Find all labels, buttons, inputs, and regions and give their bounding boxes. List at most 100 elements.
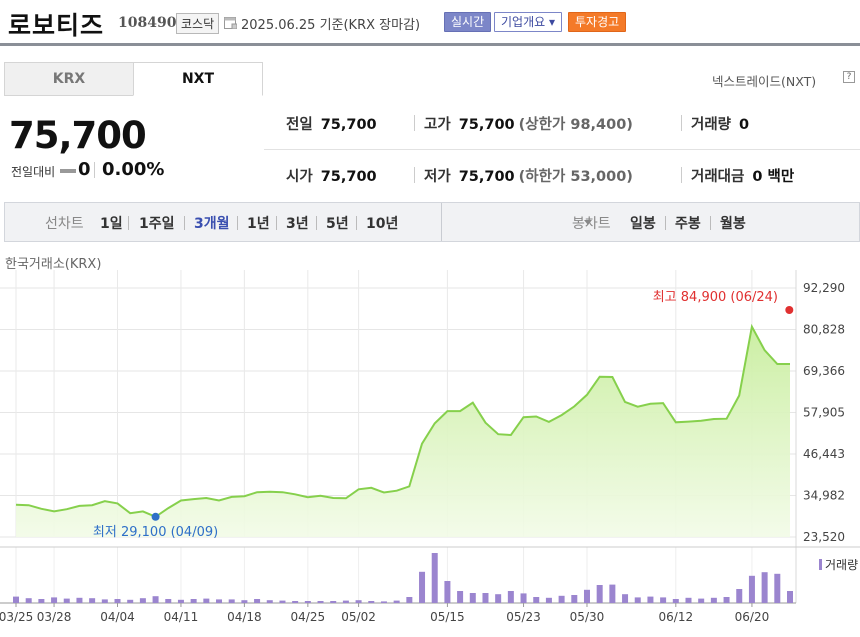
divider <box>665 216 666 230</box>
change-label: 전일대비 <box>11 165 56 179</box>
candle-monthly[interactable]: 월봉 <box>720 213 746 233</box>
volume-bar <box>444 581 451 603</box>
price-area-fill <box>16 326 790 537</box>
volume-bar <box>622 594 629 603</box>
volume-bar <box>266 600 273 603</box>
candle-weekly[interactable]: 주봉 <box>675 213 701 233</box>
investment-warning-badge[interactable]: 투자경고 <box>568 12 627 32</box>
reference-date: 2025.06.25 기준(KRX 장마감) <box>241 18 421 33</box>
volume-bar <box>279 600 286 603</box>
stock-code: 108490 <box>118 15 177 31</box>
divider <box>316 216 317 230</box>
volume-legend: 거래량 <box>825 558 858 572</box>
period-3y[interactable]: 3년 <box>286 213 309 233</box>
volume-bar <box>177 599 184 603</box>
low-marker <box>151 512 160 521</box>
x-tick-label: 04/04 <box>100 610 135 624</box>
volume-bar <box>583 589 590 603</box>
volume-bar <box>647 596 654 603</box>
price-chart: 92,290 80,828 69,366 57,905 46,443 34,982 23,5… <box>0 270 860 624</box>
nextrade-link[interactable]: 넥스트레이드(NXT) <box>712 71 816 90</box>
volume-bar <box>89 598 96 603</box>
period-1y[interactable]: 1년 <box>247 213 270 233</box>
tab-krx[interactable]: KRX <box>4 62 134 96</box>
volume-bar <box>216 599 223 603</box>
volume-bar <box>660 597 667 603</box>
volume-bar <box>634 597 641 603</box>
divider <box>276 216 277 230</box>
stock-name: 로보티즈 <box>8 11 105 40</box>
tab-nxt[interactable]: NXT <box>133 62 263 96</box>
divider <box>237 216 238 230</box>
period-3m[interactable]: 3개월 <box>194 213 230 233</box>
x-tick-label: 06/12 <box>659 610 694 624</box>
volume-bar <box>545 597 552 603</box>
volume-bar <box>254 599 261 603</box>
volume-bar <box>165 599 172 603</box>
volume-bar <box>558 595 565 603</box>
volume-bar <box>469 593 476 603</box>
change-percent: 0.00% <box>102 159 165 180</box>
y-tick-label: 69,366 <box>803 364 845 378</box>
volume-bar <box>190 599 197 603</box>
y-axis-ticks: 92,290 80,828 69,366 57,905 46,443 34,982 23,5… <box>803 281 845 544</box>
x-tick-label: 03/25 <box>0 610 33 624</box>
candle-daily[interactable]: 일봉 <box>630 213 656 233</box>
period-5y[interactable]: 5년 <box>326 213 349 233</box>
low-price: 저가 75,700 (하한가 53,000) <box>424 169 633 185</box>
volume-bar <box>482 593 489 603</box>
company-overview-button[interactable]: 기업개요 ▾ <box>494 12 562 32</box>
divider <box>710 216 711 230</box>
high-price: 고가 75,700 (상한가 98,400) <box>424 117 633 133</box>
open-price: 시가 75,700 <box>286 169 377 185</box>
volume-bar <box>25 598 32 603</box>
volume-bar <box>330 601 337 603</box>
volume-bar <box>368 601 375 603</box>
market-tabs: KRX NXT <box>4 62 263 96</box>
volume-bar <box>228 599 235 603</box>
volume-legend-swatch <box>819 559 822 570</box>
volume-bar <box>114 599 121 603</box>
x-tick-label: 06/20 <box>735 610 770 624</box>
volume-bar <box>571 595 578 603</box>
volume-bar <box>685 597 692 603</box>
divider <box>184 216 185 230</box>
period-10y[interactable]: 10년 <box>366 213 398 233</box>
volume-bar <box>431 553 438 603</box>
trading-amount: 거래대금 0 백만 <box>691 169 795 185</box>
x-tick-label: 05/02 <box>341 610 376 624</box>
divider <box>441 203 442 241</box>
volume-bar <box>241 600 248 603</box>
flat-change-icon <box>60 169 76 173</box>
volume-bar <box>51 597 58 603</box>
volume-bar <box>787 591 793 603</box>
volume-bar <box>507 591 514 603</box>
current-price: 75,700 <box>9 114 147 157</box>
calendar-icon <box>224 17 237 29</box>
volume-bar <box>406 597 413 603</box>
high-annotation: 최고 84,900 (06/24) <box>653 290 778 305</box>
stock-header: 로보티즈 108490 코스닥 2025.06.25 기준(KRX 장마감) 실… <box>0 0 860 46</box>
volume-bar <box>672 599 679 603</box>
volume-bar <box>76 597 83 603</box>
dropdown-arrow-icon[interactable] <box>584 220 592 225</box>
realtime-button[interactable]: 실시간 <box>444 12 492 32</box>
volume-bar <box>736 589 743 603</box>
divider <box>264 149 860 150</box>
period-1d[interactable]: 1일 <box>100 213 123 233</box>
high-marker <box>785 306 794 314</box>
y-tick-label: 46,443 <box>803 447 845 461</box>
volume-bar <box>609 584 616 603</box>
volume-bar <box>127 599 134 603</box>
volume-bar <box>317 601 324 603</box>
period-1w[interactable]: 1주일 <box>139 213 175 233</box>
volume-bar <box>698 598 705 603</box>
change-value: 0 <box>78 159 91 180</box>
volume-bar <box>457 591 464 603</box>
help-icon[interactable]: ? <box>843 71 855 83</box>
quote-summary: 전일 75,700 고가 75,700 (상한가 98,400) 거래량 0 시가 75,… <box>264 102 860 196</box>
divider <box>681 115 682 131</box>
x-tick-label: 05/15 <box>430 610 465 624</box>
volume-bar <box>152 596 159 603</box>
volume-bar <box>304 601 311 603</box>
